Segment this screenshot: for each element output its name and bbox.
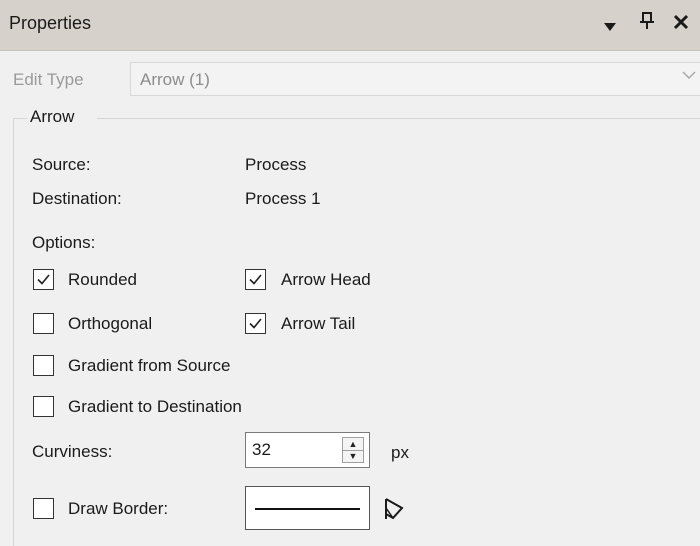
options-label: Options: [32,233,96,252]
gradient-from-source-checkbox[interactable] [33,355,54,376]
draw-border-checkbox[interactable] [33,498,54,519]
border-line-sample [255,508,360,510]
group-border [13,118,27,119]
group-border-top [97,118,700,119]
destination-value: Process 1 [245,189,321,208]
border-style-picker[interactable] [245,486,370,530]
arrow-head-checkbox[interactable] [245,269,266,290]
group-title: Arrow [28,107,77,127]
dropdown-arrow-icon[interactable] [603,14,617,38]
gradient-to-destination-checkbox[interactable] [33,396,54,417]
orthogonal-checkbox[interactable] [33,313,54,334]
draw-border-label: Draw Border: [68,499,169,518]
curviness-unit: px [391,443,409,462]
arrow-tail-label: Arrow Tail [281,314,356,333]
edit-type-combobox[interactable]: Arrow (1) [130,62,700,96]
arrow-tail-checkbox[interactable] [245,313,266,334]
panel-title: Properties [9,13,92,33]
paint-bucket-icon[interactable] [382,496,408,527]
pin-icon[interactable] [640,12,654,36]
curviness-value: 32 [252,440,271,459]
edit-type-row: Edit Type Arrow (1) [0,60,700,100]
group-border-side [13,118,14,546]
properties-titlebar: Properties [0,0,700,51]
rounded-checkbox[interactable] [33,269,54,290]
destination-label: Destination: [32,189,122,208]
rounded-label: Rounded [68,270,138,289]
gradient-to-destination-label: Gradient to Destination [68,397,242,416]
edit-type-label: Edit Type [13,70,84,89]
edit-type-value: Arrow (1) [140,70,210,89]
chevron-down-icon [681,67,697,85]
curviness-label: Curviness: [32,442,113,461]
source-value: Process [245,155,307,174]
arrow-head-label: Arrow Head [281,270,371,289]
close-icon[interactable] [673,12,689,36]
gradient-from-source-label: Gradient from Source [68,356,231,375]
spin-down-icon[interactable]: ▼ [343,450,363,462]
orthogonal-label: Orthogonal [68,314,153,333]
curviness-stepper[interactable]: ▲ ▼ [342,437,364,463]
source-label: Source: [32,155,91,174]
curviness-spinbox[interactable]: 32 ▲ ▼ [245,432,370,468]
